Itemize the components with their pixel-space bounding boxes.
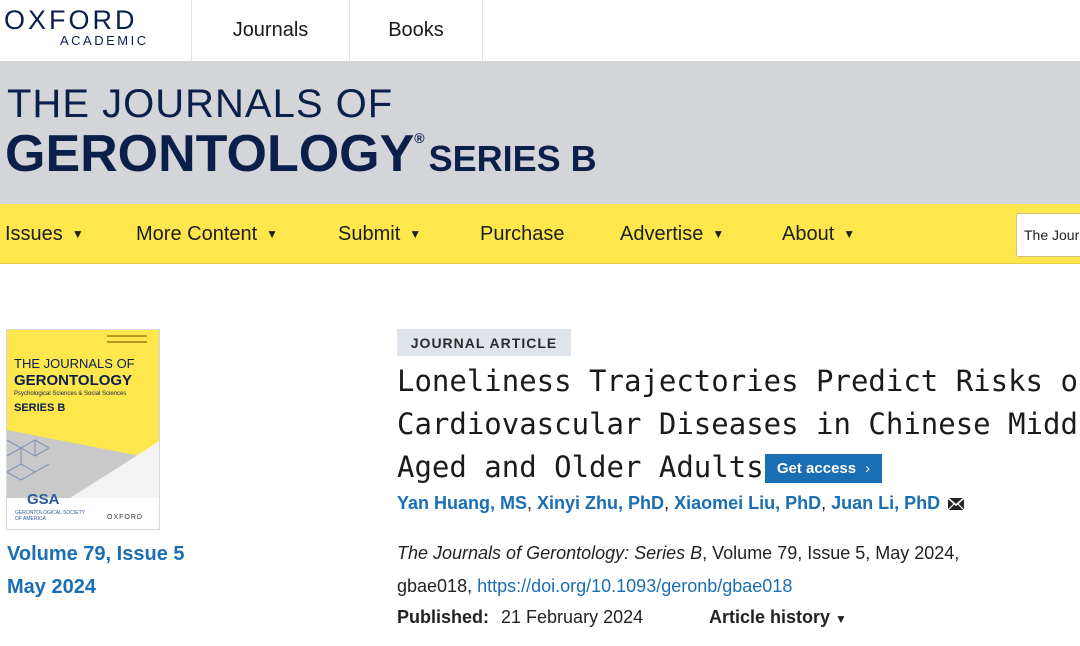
article-history-toggle[interactable]: Article history ▼ [709,607,847,628]
gsa-logo: GSA [27,491,60,508]
nav-more-content[interactable]: More Content ▼ [136,204,278,264]
issue-volume-link[interactable]: Volume 79, Issue 5 [7,543,185,566]
nav-purchase[interactable]: Purchase [480,204,565,264]
doi-link[interactable]: https://doi.org/10.1093/geronb/gbae018 [477,576,792,596]
caret-down-icon: ▼ [71,227,84,241]
article-type-badge: JOURNAL ARTICLE [397,329,571,356]
chevron-right-icon: › [865,460,871,477]
get-access-button[interactable]: Get access › [765,454,882,483]
banner-series: SERIES B [428,138,597,179]
citation-journal: The Journals of Gerontology: Series B [397,543,703,563]
caret-down-icon: ▼ [266,227,279,241]
nav-issues[interactable]: Issues ▼ [5,204,84,264]
caret-down-icon: ▼ [835,612,847,626]
journals-link[interactable]: Journals [192,0,350,61]
issue-date-link[interactable]: May 2024 [7,576,96,599]
article-title-line1: Loneliness Trajectories Predict Risks of [397,364,1080,398]
citation-line1: The Journals of Gerontology: Series B, V… [397,543,959,564]
author-link[interactable]: Xinyi Zhu, PhD [537,493,664,513]
author-list: Yan Huang, MS, Xinyi Zhu, PhD, Xiaomei L… [397,493,965,514]
journal-search-dropdown[interactable]: The Journ [1016,213,1080,257]
gsa-logo-text: GERONTOLOGICAL SOCIETY OF AMERICA [15,510,85,522]
author-link[interactable]: Yan Huang, MS [397,493,527,513]
banner-title-line1: THE JOURNALS OF [7,82,394,126]
logo-main-text: OXFORD [4,5,138,35]
citation-line2: gbae018, https://doi.org/10.1093/geronb/… [397,576,792,597]
registered-mark: ® [414,130,425,146]
journal-banner[interactable]: THE JOURNALS OF GERONTOLOGY® SERIES B [0,61,1080,204]
nav-submit[interactable]: Submit ▼ [338,204,421,264]
nav-advertise[interactable]: Advertise ▼ [620,204,724,264]
cover-artwork [7,430,159,500]
banner-gerontology: GERONTOLOGY [5,125,415,183]
nav-about[interactable]: About ▼ [782,204,855,264]
published-info: Published: 21 February 2024 [397,607,643,628]
published-date: 21 February 2024 [501,607,644,627]
nav-more-content-label: More Content [136,222,258,245]
caret-down-icon: ▼ [409,227,422,241]
banner-title-line2: GERONTOLOGY® SERIES B [5,124,597,184]
cover-title-line1: THE JOURNALS OF [14,356,135,371]
oxford-academic-logo[interactable]: OXFORD ACADEMIC [0,0,192,61]
cover-issn-line [107,341,147,343]
journal-cover-image[interactable]: THE JOURNALS OF GERONTOLOGY Psychologica… [6,329,160,530]
nav-advertise-label: Advertise [620,222,704,245]
author-link[interactable]: Xiaomei Liu, PhD [674,493,821,513]
cover-series: SERIES B [14,402,66,414]
nav-submit-label: Submit [338,222,401,245]
envelope-icon[interactable] [948,498,965,510]
logo-sub-text: ACADEMIC [60,33,149,48]
nav-about-label: About [782,222,835,245]
article-title-line3: Aged and Older Adults [397,450,764,484]
cover-issn-line [107,335,147,337]
nav-purchase-label: Purchase [480,222,565,245]
article-title-line2: Cardiovascular Diseases in Chinese Middl… [397,407,1080,441]
author-link[interactable]: Juan Li, PhD [831,493,940,513]
caret-down-icon: ▼ [843,227,856,241]
citation-id: gbae018, [397,576,478,596]
nav-issues-label: Issues [5,222,63,245]
cover-subtitle: Psychological Sciences & Social Sciences [14,391,127,397]
caret-down-icon: ▼ [712,227,725,241]
oup-logo: OXFORD [107,514,143,521]
journal-nav: Issues ▼ More Content ▼ Submit ▼ Purchase A… [0,204,1080,264]
top-bar: OXFORD ACADEMIC Journals Books [0,0,1080,61]
books-link[interactable]: Books [350,0,483,61]
published-label: Published: [397,607,490,627]
cover-title-line2: GERONTOLOGY [14,372,133,389]
citation-volume: , Volume 79, Issue 5, May 2024, [702,543,960,563]
get-access-label: Get access [776,460,857,477]
article-history-label: Article history [709,607,831,627]
